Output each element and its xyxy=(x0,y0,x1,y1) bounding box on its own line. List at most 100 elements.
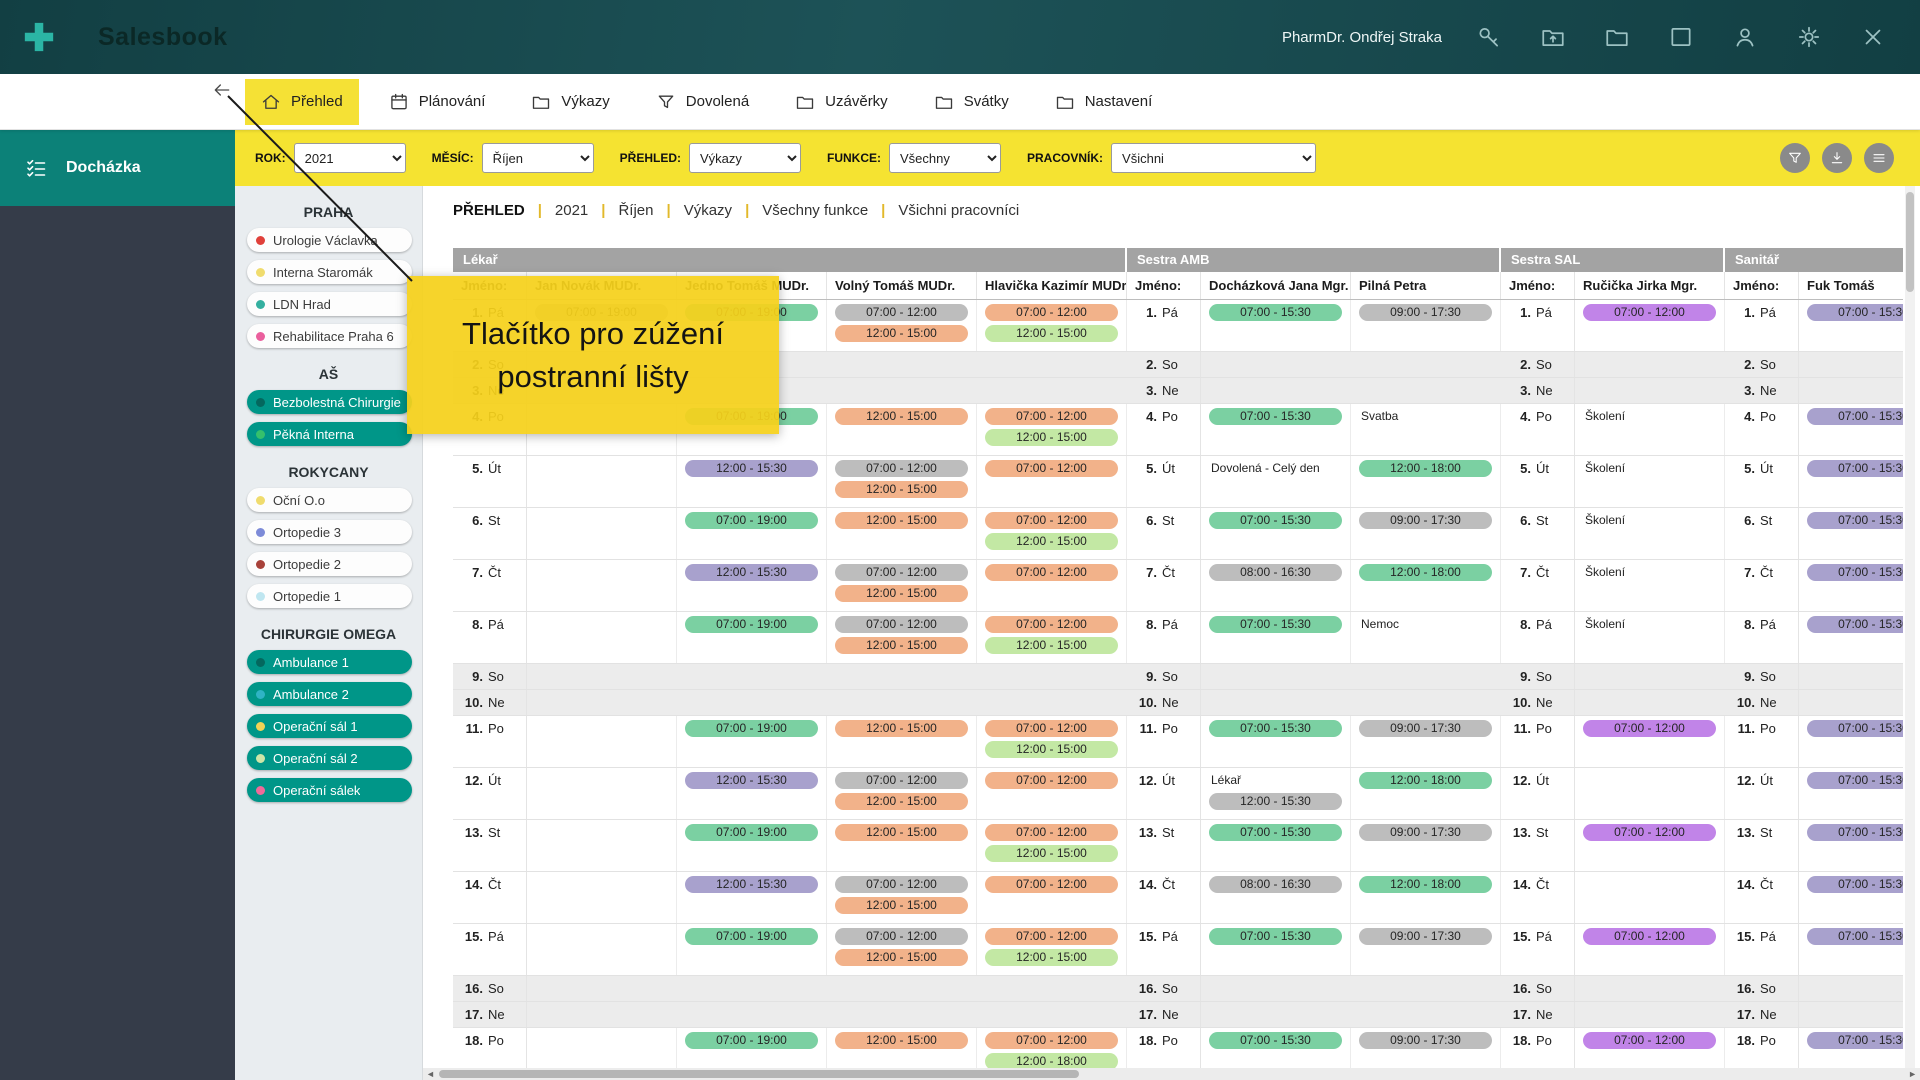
close-icon[interactable] xyxy=(1860,24,1886,50)
shift-pill[interactable]: 07:00 - 12:00 xyxy=(835,616,968,633)
breadcrumb-item-rijen[interactable]: Říjen xyxy=(618,202,653,219)
sidebar-item-operacni-sal-1[interactable]: Operační sál 1 xyxy=(247,714,412,738)
sidebar-item-ambulance-1[interactable]: Ambulance 1 xyxy=(247,650,412,674)
breadcrumb-item-2021[interactable]: 2021 xyxy=(555,202,588,219)
sidebar-item-bezbolestna-chirurgie[interactable]: Bezbolestná Chirurgie xyxy=(247,390,412,414)
shift-pill[interactable]: 07:00 - 15:30 xyxy=(1209,928,1342,945)
shift-pill[interactable]: 07:00 - 15:30 xyxy=(1807,304,1903,321)
shift-note[interactable]: Školení xyxy=(1585,616,1724,633)
shift-pill[interactable]: 12:00 - 18:00 xyxy=(1359,460,1492,477)
sidebar-item-ortopedie-1[interactable]: Ortopedie 1 xyxy=(247,584,412,608)
shift-pill[interactable]: 07:00 - 19:00 xyxy=(685,824,818,841)
filter-button[interactable] xyxy=(1780,143,1810,173)
menu-button[interactable] xyxy=(1864,143,1894,173)
filter-select-rok[interactable]: 2021 xyxy=(294,143,406,173)
shift-pill[interactable]: 12:00 - 15:30 xyxy=(685,772,818,789)
breadcrumb-item-vykazy[interactable]: Výkazy xyxy=(684,202,732,219)
shift-pill[interactable]: 12:00 - 18:00 xyxy=(985,1053,1118,1068)
shift-pill[interactable]: 12:00 - 15:00 xyxy=(835,824,968,841)
sidebar-item-ortopedie-2[interactable]: Ortopedie 2 xyxy=(247,552,412,576)
shift-pill[interactable]: 09:00 - 17:30 xyxy=(1359,1032,1492,1049)
shift-pill[interactable]: 12:00 - 15:00 xyxy=(835,949,968,966)
shift-pill[interactable]: 07:00 - 15:30 xyxy=(1807,824,1903,841)
shift-pill[interactable]: 07:00 - 12:00 xyxy=(985,928,1118,945)
key-icon[interactable] xyxy=(1476,24,1502,50)
shift-pill[interactable]: 07:00 - 12:00 xyxy=(1583,1032,1716,1049)
sidebar-item-urologie-vaclavka[interactable]: Urologie Václavka xyxy=(247,228,412,252)
shift-pill[interactable]: 12:00 - 15:00 xyxy=(835,793,968,810)
shift-pill[interactable]: 12:00 - 15:00 xyxy=(985,845,1118,862)
tab-prehled[interactable]: Přehled xyxy=(245,79,359,125)
shift-pill[interactable]: 12:00 - 15:00 xyxy=(835,585,968,602)
collapse-sidebar-button[interactable] xyxy=(212,80,232,100)
shift-pill[interactable]: 07:00 - 12:00 xyxy=(835,876,968,893)
shift-pill[interactable]: 07:00 - 12:00 xyxy=(985,564,1118,581)
filter-select-mesic[interactable]: Říjen xyxy=(482,143,594,173)
shift-pill[interactable]: 12:00 - 15:00 xyxy=(835,325,968,342)
shift-note[interactable]: Školení xyxy=(1585,512,1724,529)
shift-pill[interactable]: 07:00 - 19:00 xyxy=(685,512,818,529)
shift-pill[interactable]: 07:00 - 15:30 xyxy=(1209,824,1342,841)
shift-pill[interactable]: 12:00 - 15:30 xyxy=(685,876,818,893)
user-name[interactable]: PharmDr. Ondřej Straka xyxy=(1282,29,1442,46)
shift-pill[interactable]: 07:00 - 19:00 xyxy=(685,616,818,633)
shift-pill[interactable]: 12:00 - 15:00 xyxy=(835,408,968,425)
shift-pill[interactable]: 07:00 - 15:30 xyxy=(1807,616,1903,633)
shift-pill[interactable]: 07:00 - 12:00 xyxy=(985,460,1118,477)
tab-uzaverky[interactable]: Uzávěrky xyxy=(779,79,904,125)
shift-pill[interactable]: 12:00 - 15:00 xyxy=(835,720,968,737)
shift-pill[interactable]: 12:00 - 15:00 xyxy=(985,637,1118,654)
shift-pill[interactable]: 12:00 - 15:00 xyxy=(835,897,968,914)
tab-dovolena[interactable]: Dovolená xyxy=(640,79,765,125)
breadcrumb-item-vsechny-funkce[interactable]: Všechny funkce xyxy=(762,202,868,219)
sidebar-item-pekna-interna[interactable]: Pěkná Interna xyxy=(247,422,412,446)
sidebar-item-operacni-sal-2[interactable]: Operační sál 2 xyxy=(247,746,412,770)
shift-pill[interactable]: 07:00 - 15:30 xyxy=(1807,460,1903,477)
shift-pill[interactable]: 07:00 - 19:00 xyxy=(685,720,818,737)
shift-pill[interactable]: 07:00 - 15:30 xyxy=(1209,1032,1342,1049)
sidebar-item-rehabilitace-praha-6[interactable]: Rehabilitace Praha 6 xyxy=(247,324,412,348)
sidebar-item-dochazka[interactable]: Docházka xyxy=(0,130,235,206)
horizontal-scrollbar[interactable]: ◄ ► xyxy=(423,1068,1920,1080)
sidebar-item-operacni-salek[interactable]: Operační sálek xyxy=(247,778,412,802)
scroll-left-icon[interactable]: ◄ xyxy=(426,1068,435,1080)
scroll-right-icon[interactable]: ► xyxy=(1908,1068,1917,1080)
shift-pill[interactable]: 07:00 - 12:00 xyxy=(985,720,1118,737)
shift-pill[interactable]: 09:00 - 17:30 xyxy=(1359,512,1492,529)
shift-pill[interactable]: 08:00 - 16:30 xyxy=(1209,876,1342,893)
shift-pill[interactable]: 09:00 - 17:30 xyxy=(1359,720,1492,737)
vertical-scrollbar[interactable] xyxy=(1905,186,1915,1068)
shift-pill[interactable]: 07:00 - 15:30 xyxy=(1209,512,1342,529)
shift-pill[interactable]: 07:00 - 12:00 xyxy=(985,616,1118,633)
shift-pill[interactable]: 07:00 - 12:00 xyxy=(1583,824,1716,841)
horizontal-scrollbar-thumb[interactable] xyxy=(439,1070,1079,1078)
shift-pill[interactable]: 07:00 - 12:00 xyxy=(985,824,1118,841)
shift-pill[interactable]: 07:00 - 15:30 xyxy=(1807,720,1903,737)
shift-pill[interactable]: 12:00 - 15:00 xyxy=(985,949,1118,966)
shift-pill[interactable]: 12:00 - 15:30 xyxy=(685,460,818,477)
shift-pill[interactable]: 07:00 - 12:00 xyxy=(835,460,968,477)
export-button[interactable] xyxy=(1822,143,1852,173)
gear-icon[interactable] xyxy=(1796,24,1822,50)
shift-pill[interactable]: 12:00 - 15:00 xyxy=(835,1032,968,1049)
shift-pill[interactable]: 07:00 - 12:00 xyxy=(1583,720,1716,737)
shift-pill[interactable]: 07:00 - 12:00 xyxy=(1583,304,1716,321)
shift-pill[interactable]: 07:00 - 12:00 xyxy=(1583,928,1716,945)
shift-note[interactable]: Nemoc xyxy=(1361,616,1500,633)
sidebar-item-ortopedie-3[interactable]: Ortopedie 3 xyxy=(247,520,412,544)
folder-up-icon[interactable] xyxy=(1540,24,1566,50)
shift-pill[interactable]: 07:00 - 19:00 xyxy=(685,928,818,945)
shift-pill[interactable]: 07:00 - 15:30 xyxy=(1807,772,1903,789)
shift-pill[interactable]: 09:00 - 17:30 xyxy=(1359,304,1492,321)
filter-select-pracovnik[interactable]: Všichni xyxy=(1111,143,1316,173)
shift-note[interactable]: Lékař xyxy=(1211,772,1350,789)
shift-pill[interactable]: 07:00 - 12:00 xyxy=(835,928,968,945)
filter-select-funkce[interactable]: Všechny xyxy=(889,143,1001,173)
user-icon[interactable] xyxy=(1732,24,1758,50)
shift-pill[interactable]: 12:00 - 15:00 xyxy=(985,429,1118,446)
shift-pill[interactable]: 07:00 - 12:00 xyxy=(835,772,968,789)
shift-pill[interactable]: 07:00 - 15:30 xyxy=(1807,876,1903,893)
shift-pill[interactable]: 07:00 - 12:00 xyxy=(835,304,968,321)
tab-vykazy[interactable]: Výkazy xyxy=(515,79,625,125)
shift-pill[interactable]: 07:00 - 12:00 xyxy=(985,1032,1118,1049)
